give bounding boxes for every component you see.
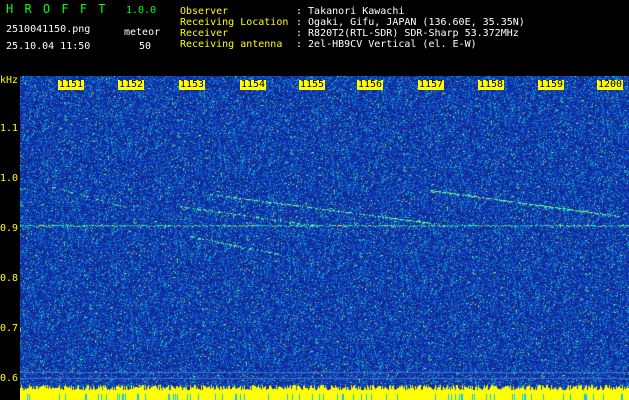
x-tick-label: 1155 — [299, 79, 326, 90]
x-tick-label: 1154 — [240, 79, 267, 90]
y-tick-label: 0.9 — [0, 223, 19, 234]
y-tick-label: 0.8 — [0, 273, 19, 284]
x-tick-label: 1151 — [58, 79, 85, 90]
x-tick-label: 1158 — [478, 79, 505, 90]
app-version: 1.0.0 — [126, 5, 157, 16]
info-label-observer: Observer — [180, 6, 229, 17]
info-value-location: : Ogaki, Gifu, JAPAN (136.60E, 35.35N) — [296, 17, 525, 28]
mode-label: meteor — [124, 27, 161, 38]
info-value-antenna: : 2el-HB9CV Vertical (el. E-W) — [296, 39, 477, 50]
meteor-count: 50 — [139, 41, 152, 52]
x-tick-label: 1152 — [118, 79, 145, 90]
info-value-observer: : Takanori Kawachi — [296, 6, 405, 17]
y-tick-label: 0.6 — [0, 373, 19, 384]
y-axis: kHz 1.1 1.0 0.9 0.8 0.7 0.6 — [0, 76, 20, 400]
x-tick-label: 1159 — [538, 79, 565, 90]
y-tick-label: 1.0 — [0, 173, 19, 184]
spectrogram-canvas — [20, 76, 629, 400]
date-time: 25.10.04 11:50 — [6, 41, 91, 52]
x-tick-label: 1157 — [418, 79, 445, 90]
info-label-receiver: Receiver — [180, 28, 229, 39]
info-label-antenna: Receiving antenna — [180, 39, 283, 50]
header-panel: H R O F F T 1.0.0 2510041150.png 25.10.0… — [0, 0, 629, 76]
y-axis-unit: kHz — [0, 75, 19, 86]
y-tick-label: 1.1 — [0, 123, 19, 134]
file-name: 2510041150.png — [6, 24, 91, 35]
info-value-receiver: : R820T2(RTL-SDR) SDR-Sharp 53.372MHz — [296, 28, 519, 39]
y-tick-label: 0.7 — [0, 323, 19, 334]
x-tick-label: 1200 — [597, 79, 624, 90]
app-title: H R O F F T — [6, 2, 108, 16]
info-label-location: Receiving Location — [180, 17, 289, 28]
x-tick-label: 1153 — [179, 79, 206, 90]
x-tick-label: 1156 — [357, 79, 384, 90]
